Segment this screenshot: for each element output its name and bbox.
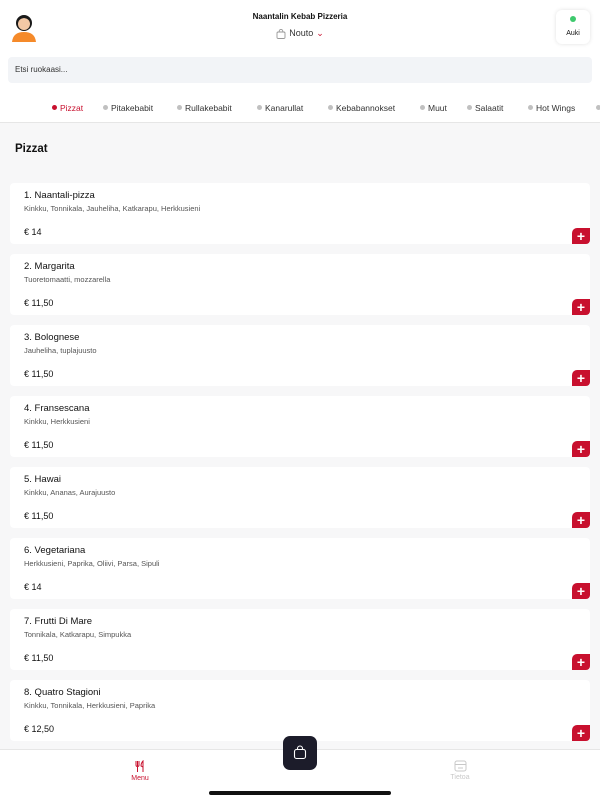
item-name: 8. Quatro Stagioni	[24, 687, 101, 698]
add-to-cart-button[interactable]: +	[572, 725, 590, 741]
menu-item[interactable]: 1. Naantali-pizza Kinkku, Tonnikala, Jau…	[10, 183, 590, 244]
menu-item[interactable]: 2. Margarita Tuoretomaatti, mozzarella €…	[10, 254, 590, 315]
nav-menu[interactable]: Menu	[110, 760, 170, 782]
item-description: Tonnikala, Katkarapu, Simpukka	[24, 630, 132, 639]
tab-label: Muut	[428, 103, 447, 113]
tab-kanarullat[interactable]: Kanarullat	[257, 103, 303, 113]
tab-hot-wings[interactable]: Hot Wings	[528, 103, 575, 113]
add-to-cart-button[interactable]: +	[572, 583, 590, 599]
menu-item[interactable]: 8. Quatro Stagioni Kinkku, Tonnikala, He…	[10, 680, 590, 741]
bullet-icon	[420, 105, 425, 111]
add-to-cart-button[interactable]: +	[572, 228, 590, 244]
tab-label: Kanarullat	[265, 103, 304, 113]
plus-icon: +	[576, 583, 586, 599]
status-label: Auki	[566, 30, 580, 37]
tab-label: Salaatit	[475, 103, 504, 113]
item-name: 7. Frutti Di Mare	[24, 616, 93, 627]
bullet-icon	[528, 105, 533, 111]
tab-label: Kebabannokset	[336, 103, 396, 113]
home-indicator	[209, 791, 391, 795]
restaurant-name: Naantalin Kebab Pizzeria	[252, 12, 348, 21]
tab-pizzat[interactable]: Pizzat	[52, 103, 83, 113]
tab-label: Hot Wings	[536, 103, 576, 113]
open-status-badge: Auki	[556, 10, 590, 44]
plus-icon: +	[576, 654, 586, 670]
plus-icon: +	[576, 370, 586, 386]
shopping-bag-icon	[276, 28, 286, 39]
order-mode-selector[interactable]: Nouto ⌄	[0, 28, 600, 39]
tab-salaatit[interactable]: Salaatit	[467, 103, 503, 113]
item-price: € 14	[24, 227, 42, 237]
bullet-icon	[177, 105, 182, 111]
item-name: 3. Bolognese	[24, 332, 80, 343]
item-description: Kinkku, Herkkusieni	[24, 417, 90, 426]
item-description: Kinkku, Tonnikala, Herkkusieni, Paprika	[24, 701, 156, 710]
bullet-icon	[596, 105, 600, 111]
nav-info-label: Tietoa	[450, 774, 470, 781]
tab-label: Rullakebabit	[185, 103, 232, 113]
chevron-down-icon: ⌄	[316, 28, 324, 38]
item-price: € 11,50	[24, 298, 54, 308]
tab-more[interactable]	[596, 103, 600, 113]
status-dot	[570, 16, 576, 22]
fork-knife-icon	[135, 760, 144, 772]
item-description: Kinkku, Tonnikala, Jauheliha, Katkarapu,…	[24, 204, 201, 213]
bullet-icon	[103, 105, 108, 111]
add-to-cart-button[interactable]: +	[572, 441, 590, 457]
shopping-bag-icon	[293, 745, 307, 760]
item-name: 4. Fransescana	[24, 403, 90, 414]
nav-info[interactable]: Tietoa	[430, 760, 490, 781]
menu-item[interactable]: 7. Frutti Di Mare Tonnikala, Katkarapu, …	[10, 609, 590, 670]
tab-pitakebabit[interactable]: Pitakebabit	[103, 103, 153, 113]
tab-rullakebabit[interactable]: Rullakebabit	[177, 103, 232, 113]
plus-icon: +	[576, 512, 586, 528]
menu-item[interactable]: 5. Hawai Kinkku, Ananas, Aurajuusto € 11…	[10, 467, 590, 528]
section-title: Pizzat	[15, 143, 48, 155]
bullet-icon	[52, 105, 57, 111]
category-tabs: Pizzat Pitakebabit Rullakebabit Kanarull…	[0, 100, 600, 116]
add-to-cart-button[interactable]: +	[572, 299, 590, 315]
order-mode-label: Nouto	[289, 28, 314, 38]
item-price: € 11,50	[24, 511, 54, 521]
cart-button[interactable]	[283, 736, 317, 770]
item-price: € 11,50	[24, 653, 54, 663]
bullet-icon	[467, 105, 472, 111]
app-header: Naantalin Kebab Pizzeria Nouto ⌄ Auki Ets…	[0, 0, 600, 123]
storefront-icon	[454, 760, 466, 772]
bullet-icon	[328, 105, 333, 111]
item-price: € 12,50	[24, 724, 55, 734]
tab-label: Pizzat	[60, 103, 84, 113]
item-description: Kinkku, Ananas, Aurajuusto	[24, 488, 116, 497]
item-price: € 11,50	[24, 369, 54, 379]
item-description: Herkkusieni, Paprika, Oliivi, Parsa, Sip…	[24, 559, 160, 568]
menu-item[interactable]: 4. Fransescana Kinkku, Herkkusieni € 11,…	[10, 396, 590, 457]
add-to-cart-button[interactable]: +	[572, 512, 590, 528]
item-name: 5. Hawai	[24, 474, 61, 485]
plus-icon: +	[576, 725, 586, 741]
item-description: Tuoretomaatti, mozzarella	[24, 275, 111, 284]
tab-muut[interactable]: Muut	[420, 103, 447, 113]
nav-menu-label: Menu	[131, 775, 149, 782]
item-name: 1. Naantali-pizza	[24, 190, 95, 201]
tab-label: Pitakebabit	[111, 103, 154, 113]
item-price: € 14	[24, 582, 42, 592]
item-price: € 11,50	[24, 440, 54, 450]
plus-icon: +	[576, 441, 586, 457]
item-name: 6. Vegetariana	[24, 545, 86, 556]
bullet-icon	[257, 105, 262, 111]
plus-icon: +	[576, 228, 586, 244]
tab-kebabannokset[interactable]: Kebabannokset	[328, 103, 395, 113]
search-input[interactable]: Etsi ruokaasi...	[8, 57, 592, 83]
menu-item[interactable]: 6. Vegetariana Herkkusieni, Paprika, Oli…	[10, 538, 590, 599]
item-name: 2. Margarita	[24, 261, 75, 272]
add-to-cart-button[interactable]: +	[572, 370, 590, 386]
menu-item[interactable]: 3. Bolognese Jauheliha, tuplajuusto € 11…	[10, 325, 590, 386]
plus-icon: +	[576, 299, 586, 315]
item-description: Jauheliha, tuplajuusto	[24, 346, 97, 355]
add-to-cart-button[interactable]: +	[572, 654, 590, 670]
